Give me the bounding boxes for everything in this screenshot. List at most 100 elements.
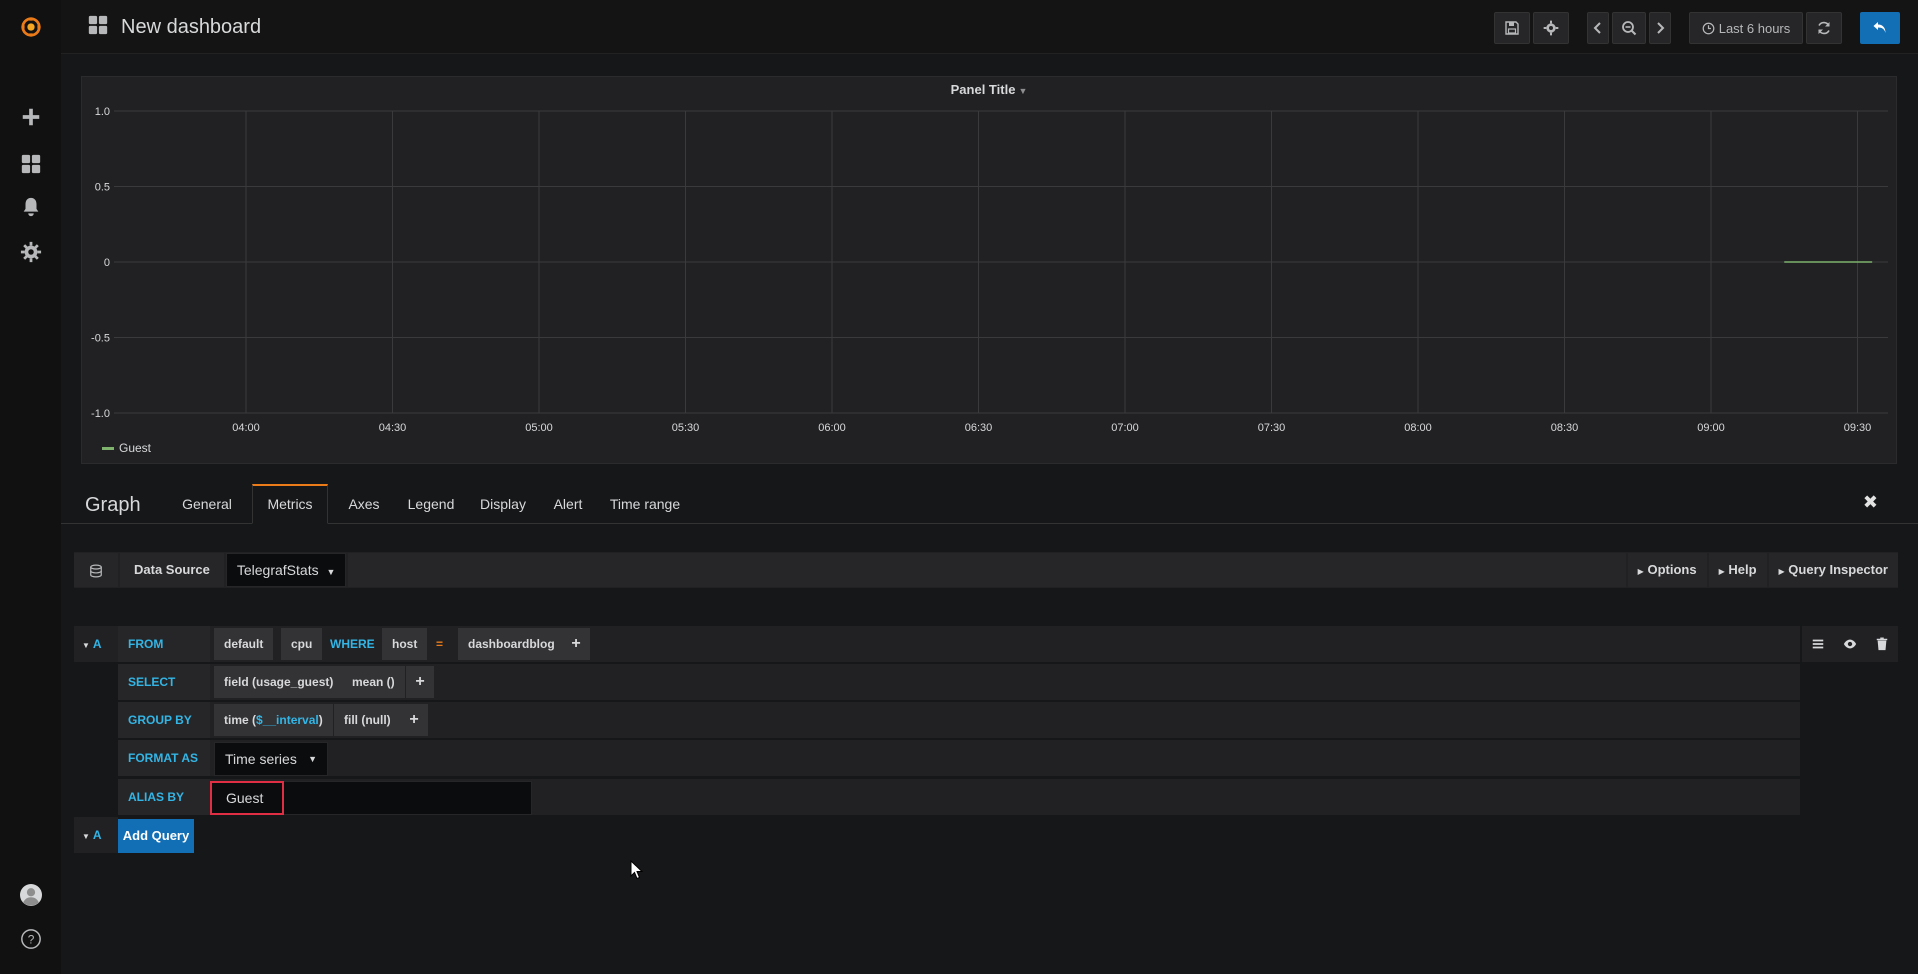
caret-down-icon: ▼ [326,567,336,577]
query-ref-id: A [92,637,102,651]
tab-metrics[interactable]: Metrics [252,484,328,524]
datasource-label: Data Source [120,553,224,587]
panel-type-title: Graph [85,494,141,516]
format-as-value: Time series [225,751,297,767]
group-time-suffix: ) [318,713,323,727]
tab-legend[interactable]: Legend [401,484,461,524]
alias-by-label: ALIAS BY [118,779,210,815]
alias-by-value[interactable]: Guest [210,781,284,815]
datasource-picker[interactable]: TelegrafStats ▼ [225,553,347,587]
database-icon [74,553,118,587]
group-by-fill-segment[interactable]: fill (null) [334,704,401,736]
legend-swatch [102,446,114,450]
y-tick-label: -0.5 [91,333,110,345]
dashboard-title: New dashboard [121,16,262,38]
return-arrow-icon [1873,22,1886,33]
format-as-select[interactable]: Time series ▼ [214,742,328,776]
gear-icon [1543,20,1559,36]
retention-policy-segment[interactable]: default [214,628,274,660]
add-where-button[interactable]: + [562,628,590,660]
options-label: Options [1647,562,1697,577]
close-icon[interactable]: ✖ [1863,492,1878,513]
group-by-time-segment[interactable]: time ($__interval) [214,704,333,736]
clock-icon [1702,22,1715,34]
plus-icon[interactable] [14,100,48,134]
x-tick-label: 06:30 [965,422,993,434]
where-key-segment[interactable]: host [382,628,428,660]
datasource-filler [348,553,1626,587]
query-inspector-button[interactable]: ▶ Query Inspector [1768,553,1898,587]
options-button[interactable]: ▶ Options [1627,553,1707,587]
refresh-button[interactable] [1806,12,1842,44]
grafana-logo-icon[interactable] [14,10,48,44]
x-tick-label: 04:00 [232,422,260,434]
time-shift-back-button[interactable] [1587,12,1609,44]
trash-icon[interactable] [1875,637,1889,651]
x-tick-label: 08:30 [1551,422,1579,434]
group-time-prefix: time ( [224,713,257,727]
help-icon[interactable]: ? [14,922,48,956]
graph-plot[interactable]: 1.0 0.5 0 -0.5 -1.0 04:00 04:30 05:00 05:30 06:0… [82,77,1898,465]
x-tick-label: 07:00 [1111,422,1139,434]
time-picker-button[interactable]: Last 6 hours [1689,12,1803,44]
format-as-row: FORMAT AS [118,740,1800,776]
add-query-ref-id: A [92,828,102,842]
help-label: Help [1728,562,1757,577]
y-tick-label: 0.5 [95,182,110,194]
x-tick-label: 09:30 [1844,422,1872,434]
refresh-icon [1818,21,1830,35]
chevron-left-icon [1593,22,1601,34]
select-function-segment[interactable]: mean () [342,666,405,698]
dashboards-icon [87,14,109,41]
y-tick-label: 1.0 [95,106,110,118]
group-by-label: GROUP BY [118,702,210,738]
from-label: FROM [118,626,210,662]
tab-display[interactable]: Display [471,484,535,524]
select-field-segment[interactable]: field (usage_guest) [214,666,344,698]
tab-general[interactable]: General [172,484,242,524]
add-select-button[interactable]: + [406,666,434,698]
bell-icon[interactable] [14,190,48,224]
dashboards-icon[interactable] [14,147,48,181]
save-dashboard-button[interactable] [1494,12,1530,44]
eye-icon[interactable] [1843,637,1857,651]
measurement-segment[interactable]: cpu [281,628,323,660]
back-to-dashboard-button[interactable] [1860,12,1900,44]
tab-axes[interactable]: Axes [337,484,391,524]
zoom-out-icon [1622,21,1637,36]
time-range-label: Last 6 hours [1718,20,1791,36]
x-tick-label: 07:30 [1258,422,1286,434]
menu-icon[interactable] [1811,637,1825,651]
legend-item[interactable]: Guest [102,441,151,455]
where-value-segment[interactable]: dashboardblog [458,628,565,660]
dashboard-settings-button[interactable] [1533,12,1569,44]
caret-down-icon: ▼ [308,754,317,764]
add-group-by-button[interactable]: + [400,704,428,736]
save-icon [1505,21,1519,35]
user-avatar-icon[interactable] [14,878,48,912]
x-tick-label: 04:30 [379,422,407,434]
format-as-label: FORMAT AS [118,740,210,776]
time-shift-forward-button[interactable] [1649,12,1671,44]
add-query-button[interactable]: Add Query [118,819,194,853]
tab-time-range[interactable]: Time range [601,484,689,524]
query-inspector-label: Query Inspector [1788,562,1888,577]
add-query-collapse-toggle[interactable]: ▼ A [74,817,118,853]
query-collapse-toggle[interactable]: ▼ A [74,626,118,662]
mouse-pointer-icon [630,859,644,885]
sidebar: ? [0,0,61,974]
dashboard-title-button[interactable]: New dashboard [87,14,261,41]
chevron-right-icon [1657,22,1665,34]
y-tick-label: 0 [104,257,110,269]
y-tick-label: -1.0 [91,408,110,420]
gear-icon[interactable] [14,235,48,269]
panel-editor-tabs: Graph General Metrics Axes Legend Displa… [61,484,1918,524]
where-label: WHERE [330,637,375,651]
select-row: SELECT field (usage_guest) mean () + [118,664,1800,700]
where-operator-segment[interactable]: = [426,628,453,660]
x-tick-label: 05:00 [525,422,553,434]
help-button[interactable]: ▶ Help [1708,553,1767,587]
tab-alert[interactable]: Alert [545,484,591,524]
svg-text:?: ? [28,933,35,947]
zoom-out-button[interactable] [1612,12,1646,44]
